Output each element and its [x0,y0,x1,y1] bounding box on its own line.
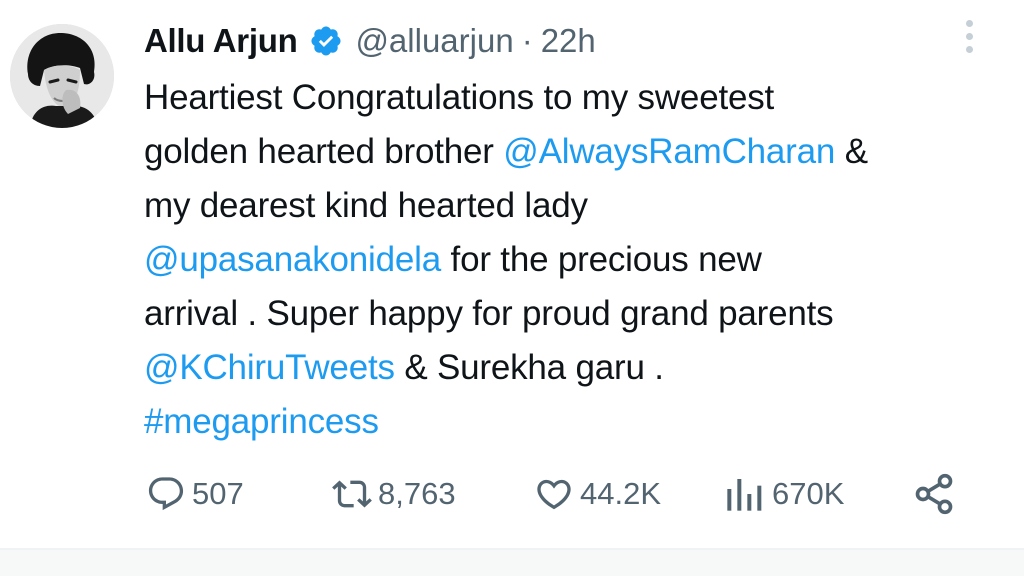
tweet-timestamp[interactable]: 22h [541,22,596,60]
tweet-text-segment: arrival . Super happy for proud grand pa… [144,294,834,333]
verified-badge-icon [311,26,341,56]
like-count: 44.2K [580,476,662,511]
views-chart-icon [727,479,762,511]
tweet-text-line: my dearest kind hearted lady [144,179,1004,233]
tweet-text-line: @upasanakonidela for the precious new [144,233,1004,287]
next-tweet-area [0,550,1024,576]
reply-count: 507 [192,476,244,511]
retweet-button[interactable]: 8,763 [332,472,456,516]
tweet-card[interactable]: Allu Arjun @alluarjun · 22h Heartiest Co… [0,0,1024,548]
hashtag-link[interactable]: #megaprincess [144,402,379,441]
retweet-icon [332,480,372,508]
reply-icon [148,477,184,511]
tweet-text-segment: my dearest kind hearted lady [144,186,588,225]
tweet-text-segment: & [835,132,868,171]
mention-link[interactable]: @KChiruTweets [144,348,395,387]
tweet-text-line: Heartiest Congratulations to my sweetest [144,71,1004,125]
tweet-text-segment: golden hearted brother [144,132,504,171]
tweet-text-line: #megaprincess [144,395,1004,449]
like-button[interactable]: 44.2K [534,472,661,516]
tweet-text: Heartiest Congratulations to my sweetest… [144,71,1004,449]
tweet-text-line: arrival . Super happy for proud grand pa… [144,287,1004,341]
share-button[interactable] [912,472,962,516]
heart-icon [537,479,571,510]
separator-dot: · [521,22,533,59]
author-handle[interactable]: @alluarjun [355,22,513,60]
tweet-text-line: golden hearted brother @AlwaysRamCharan … [144,125,1004,179]
tweet-actions: 507 8,763 44.2K 670K [146,472,976,516]
tweet-text-segment: Heartiest Congratulations to my sweetest [144,78,775,117]
views-count: 670K [772,476,845,511]
tweet-text-segment: for the precious new [441,240,762,279]
tweet-text-segment: & Surekha garu . [394,348,664,387]
reply-button[interactable]: 507 [146,472,244,516]
avatar[interactable] [10,24,114,128]
share-icon [915,473,953,515]
mention-link[interactable]: @AlwaysRamCharan [503,132,835,171]
retweet-count: 8,763 [378,476,456,511]
tweet-text-line: @KChiruTweets & Surekha garu . [144,341,1004,395]
tweet-header: Allu Arjun @alluarjun · 22h [144,18,596,64]
views-button[interactable]: 670K [722,472,844,516]
mention-link[interactable]: @upasanakonidela [144,240,441,279]
author-name[interactable]: Allu Arjun [144,22,298,60]
more-vertical-icon[interactable] [956,20,982,60]
